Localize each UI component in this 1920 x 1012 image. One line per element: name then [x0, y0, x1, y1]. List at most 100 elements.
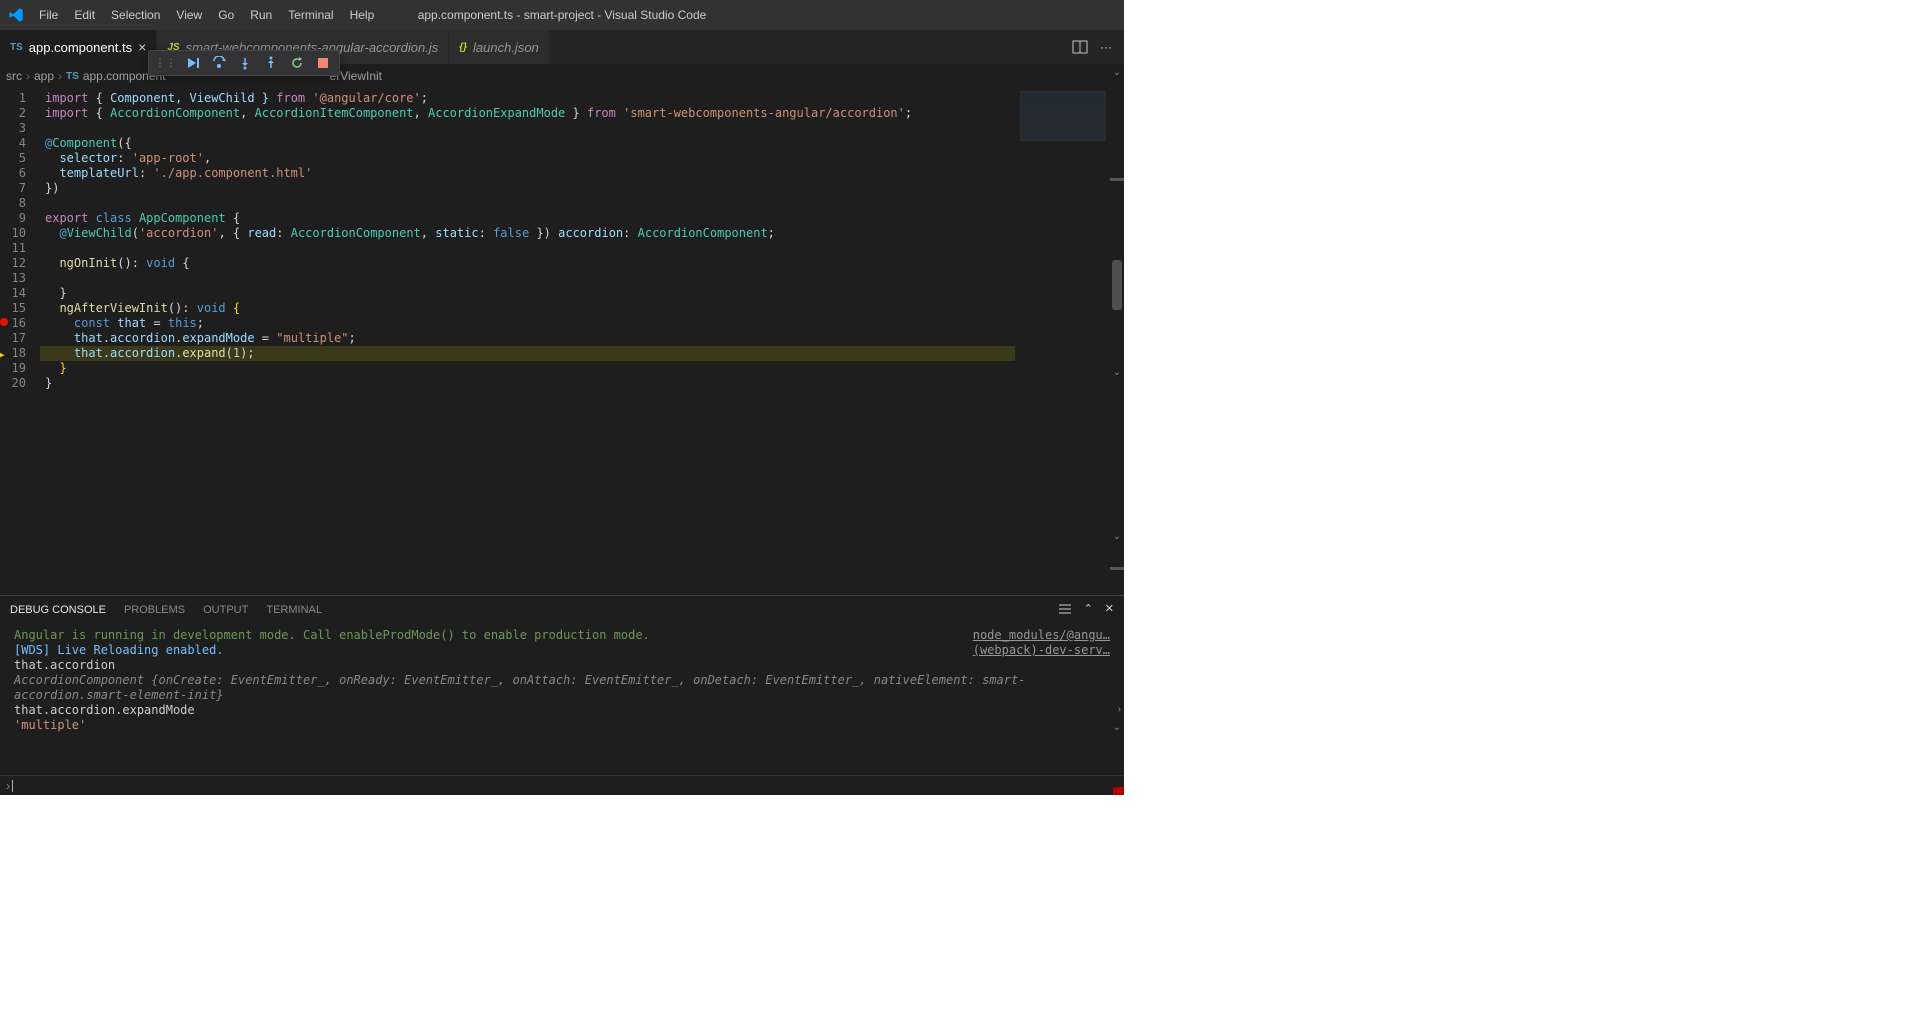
menu-bar: FileEditSelectionViewGoRunTerminalHelp [32, 4, 381, 26]
console-line: [WDS] Live Reloading enabled. [14, 643, 1110, 658]
menu-run[interactable]: Run [243, 4, 279, 26]
line-number: 12 [0, 256, 40, 271]
line-number: 15 [0, 301, 40, 316]
file-icon: TS [10, 42, 23, 53]
line-number: 11 [0, 241, 40, 256]
line-number: 1 [0, 91, 40, 106]
debug-toolbar[interactable]: ⋮⋮ [148, 50, 340, 76]
code-line[interactable]: selector: 'app-root', [40, 151, 1015, 166]
collapse-chevron-icon[interactable]: ⌄ [1113, 67, 1121, 78]
debug-console-output[interactable]: Angular is running in development mode. … [0, 624, 1124, 775]
line-number: 2 [0, 106, 40, 121]
panel-tab[interactable]: PROBLEMS [124, 604, 185, 616]
breadcrumb-part[interactable]: src [6, 69, 22, 83]
menu-view[interactable]: View [169, 4, 209, 26]
code-line[interactable] [40, 196, 1015, 211]
line-number: 16 [0, 316, 40, 331]
panel-tab[interactable]: OUTPUT [203, 604, 248, 616]
line-number: 3 [0, 121, 40, 136]
line-number: 17 [0, 331, 40, 346]
step-out-button[interactable] [261, 53, 281, 73]
code-area[interactable]: import { Component, ViewChild } from '@a… [40, 87, 1015, 595]
console-line: that.accordion.expandMode [14, 703, 1110, 718]
source-link[interactable]: node_modules/@angu… [973, 628, 1110, 643]
panel-tab[interactable]: DEBUG CONSOLE [10, 604, 106, 616]
status-error-indicator [1113, 787, 1124, 795]
editor-tab[interactable]: TS app.component.ts × [0, 30, 157, 64]
vscode-window: FileEditSelectionViewGoRunTerminalHelp a… [0, 0, 1124, 795]
breakpoint-icon[interactable] [0, 318, 8, 326]
line-number: 5 [0, 151, 40, 166]
menu-selection[interactable]: Selection [104, 4, 167, 26]
code-line[interactable]: templateUrl: './app.component.html' [40, 166, 1015, 181]
code-line[interactable]: } [40, 361, 1015, 376]
scroll-chevron-icon[interactable]: ⌄ [1113, 722, 1121, 733]
code-line[interactable]: } [40, 376, 1015, 391]
console-line: ›AccordionComponent {onCreate: EventEmit… [14, 673, 1110, 703]
line-number: 4 [0, 136, 40, 151]
menu-file[interactable]: File [32, 4, 65, 26]
breadcrumb-part[interactable]: app [34, 69, 54, 83]
continue-button[interactable] [183, 53, 203, 73]
scroll-chevron-icon[interactable]: › [1118, 704, 1121, 715]
panel-tab-bar: DEBUG CONSOLE PROBLEMS OUTPUT TERMINAL ⌃ ✕ [0, 596, 1124, 624]
code-line[interactable]: ngAfterViewInit(): void { [40, 301, 1015, 316]
stop-button[interactable] [313, 53, 333, 73]
minimap[interactable] [1015, 87, 1110, 595]
code-line[interactable] [40, 121, 1015, 136]
code-line[interactable] [40, 241, 1015, 256]
code-line[interactable]: }) [40, 181, 1015, 196]
code-line[interactable]: import { AccordionComponent, AccordionIt… [40, 106, 1015, 121]
console-line: that.accordion [14, 658, 1110, 673]
code-line[interactable]: import { Component, ViewChild } from '@a… [40, 91, 1015, 106]
debug-console-input[interactable]: › [0, 775, 1124, 795]
menu-help[interactable]: Help [343, 4, 382, 26]
line-number: 7 [0, 181, 40, 196]
overview-ruler[interactable] [1110, 87, 1124, 595]
tab-label: app.component.ts [29, 40, 132, 55]
close-tab-icon[interactable]: × [138, 39, 146, 55]
line-number: 9 [0, 211, 40, 226]
menu-edit[interactable]: Edit [67, 4, 102, 26]
step-over-button[interactable] [209, 53, 229, 73]
code-line[interactable]: } [40, 286, 1015, 301]
split-editor-icon[interactable] [1072, 39, 1088, 55]
console-line: 'multiple' [14, 718, 1110, 733]
code-line[interactable]: const that = this; [40, 316, 1015, 331]
line-number: 20 [0, 376, 40, 391]
restart-button[interactable] [287, 53, 307, 73]
code-line[interactable]: ngOnInit(): void { [40, 256, 1015, 271]
bottom-panel: DEBUG CONSOLEPROBLEMSOUTPUTTERMINAL ⌃ ✕ … [0, 595, 1124, 795]
filter-icon[interactable] [1058, 602, 1072, 619]
line-number: 14 [0, 286, 40, 301]
line-number: 8 [0, 196, 40, 211]
step-into-button[interactable] [235, 53, 255, 73]
drag-grip-icon[interactable]: ⋮⋮ [155, 58, 177, 69]
editor-tab[interactable]: {}launch.json [449, 30, 550, 64]
code-line[interactable]: @Component({ [40, 136, 1015, 151]
more-actions-icon[interactable]: ··· [1098, 39, 1114, 55]
menu-go[interactable]: Go [211, 4, 241, 26]
line-number: 18▶ [0, 346, 40, 361]
fold-chevron-icon[interactable]: ⌄ [1113, 531, 1121, 542]
scrollbar-thumb[interactable] [1112, 260, 1122, 310]
code-line[interactable] [40, 271, 1015, 286]
editor[interactable]: 123456789101112131415161718▶1920 import … [0, 87, 1124, 595]
code-line[interactable]: @ViewChild('accordion', { read: Accordio… [40, 226, 1015, 241]
vscode-logo-icon [8, 7, 24, 23]
titlebar: FileEditSelectionViewGoRunTerminalHelp a… [0, 0, 1124, 30]
code-line[interactable]: export class AppComponent { [40, 211, 1015, 226]
menu-terminal[interactable]: Terminal [281, 4, 340, 26]
code-line[interactable]: that.accordion.expand(1); [40, 346, 1015, 361]
line-number: 19 [0, 361, 40, 376]
collapse-panel-icon[interactable]: ⌃ [1084, 602, 1093, 619]
console-line: Angular is running in development mode. … [14, 628, 1110, 643]
line-number: 6 [0, 166, 40, 181]
source-link[interactable]: (webpack)-dev-serv… [973, 643, 1110, 658]
close-panel-icon[interactable]: ✕ [1105, 602, 1114, 619]
code-line[interactable]: that.accordion.expandMode = "multiple"; [40, 331, 1015, 346]
current-line-icon: ▶ [0, 347, 5, 362]
fold-chevron-icon[interactable]: ⌄ [1113, 367, 1121, 378]
panel-tab[interactable]: TERMINAL [266, 604, 322, 616]
line-number: 13 [0, 271, 40, 286]
